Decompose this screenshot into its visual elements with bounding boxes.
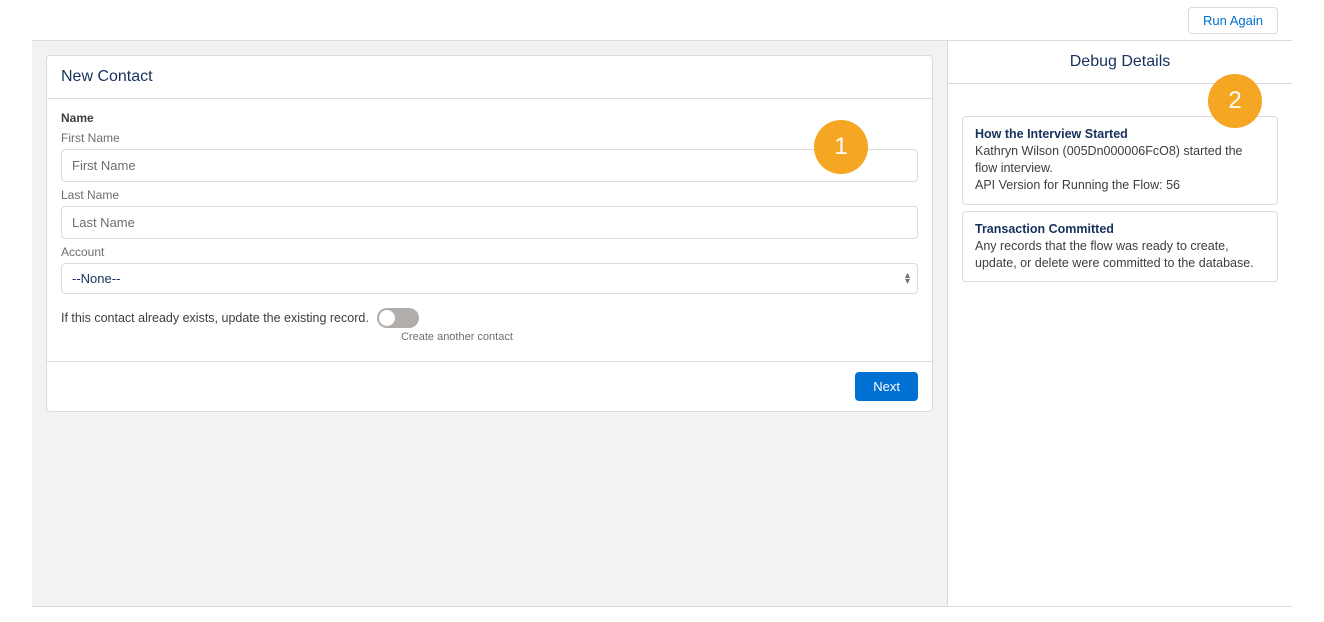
debug-card-title: Transaction Committed [975,222,1265,236]
left-pane: New Contact Name First Name Last Name Ac… [32,41,948,606]
account-select[interactable]: --None-- [61,263,918,294]
debug-card-line: API Version for Running the Flow: 56 [975,177,1265,194]
annotation-marker-1: 1 [814,120,868,174]
card-title: New Contact [47,56,932,99]
update-existing-text: If this contact already exists, update t… [61,311,369,325]
debug-card-line: Any records that the flow was ready to c… [975,238,1265,272]
next-button[interactable]: Next [855,372,918,401]
debug-card-title: How the Interview Started [975,127,1265,141]
last-name-input[interactable] [61,206,918,239]
debug-card-transaction: Transaction Committed Any records that t… [962,211,1278,283]
create-another-caption: Create another contact [401,331,918,343]
toggle-knob [379,310,395,326]
update-existing-toggle[interactable] [377,308,419,328]
run-again-button[interactable]: Run Again [1188,7,1278,34]
account-label: Account [61,245,918,259]
debug-card-interview: How the Interview Started Kathryn Wilson… [962,116,1278,205]
section-name-label: Name [61,111,918,125]
first-name-label: First Name [61,131,918,145]
debug-card-line: Kathryn Wilson (005Dn000006FcO8) started… [975,143,1265,177]
annotation-marker-2: 2 [1208,74,1262,128]
top-bar: Run Again [0,0,1324,40]
new-contact-card: New Contact Name First Name Last Name Ac… [46,55,933,412]
first-name-input[interactable] [61,149,918,182]
last-name-label: Last Name [61,188,918,202]
